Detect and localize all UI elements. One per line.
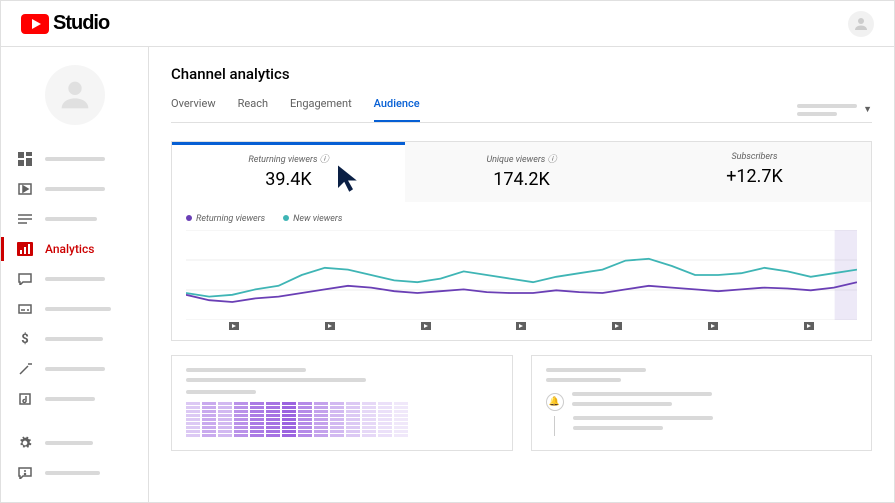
content-area: Channel analytics Overview Reach Engagem… xyxy=(149,47,894,502)
nav-label-placeholder xyxy=(45,307,111,311)
nav-label-placeholder xyxy=(45,397,95,401)
metrics-chart-card: Returning viewers ⓘ 39.4K Unique viewers… xyxy=(171,141,872,341)
nav-label-placeholder xyxy=(45,277,105,281)
video-marker-icon[interactable] xyxy=(804,322,814,330)
nav-label-placeholder xyxy=(45,337,103,341)
video-marker-icon[interactable] xyxy=(708,322,718,330)
comment-icon xyxy=(17,272,33,286)
nav-label-analytics: Analytics xyxy=(45,242,94,256)
tab-engagement[interactable]: Engagement xyxy=(290,97,352,122)
account-avatar-icon[interactable] xyxy=(848,11,874,37)
sidebar-item-comments[interactable] xyxy=(1,267,148,291)
analytics-icon xyxy=(17,242,33,256)
page-title: Channel analytics xyxy=(171,65,872,83)
video-marker-icon[interactable] xyxy=(325,322,335,330)
metric-subscribers[interactable]: Subscribers +12.7K xyxy=(638,142,871,202)
sidebar-item-analytics[interactable]: Analytics xyxy=(1,237,148,261)
sidebar-item-dashboard[interactable] xyxy=(1,147,148,171)
youtube-studio-logo[interactable]: Studio xyxy=(21,12,109,35)
play-square-icon xyxy=(17,182,33,196)
sidebar-item-feedback[interactable] xyxy=(1,461,149,485)
nav-label-placeholder xyxy=(45,367,105,371)
sidebar-item-audio[interactable] xyxy=(1,387,148,411)
metric-returning-viewers[interactable]: Returning viewers ⓘ 39.4K xyxy=(172,142,405,202)
video-markers-row xyxy=(172,320,871,340)
list-icon xyxy=(17,212,33,226)
gear-icon xyxy=(17,436,33,450)
info-icon: ⓘ xyxy=(548,155,557,165)
sidebar-item-subtitles[interactable] xyxy=(1,297,148,321)
dollar-icon: $ xyxy=(17,332,33,346)
app-header: Studio xyxy=(1,1,894,47)
bar-heatmap-chart xyxy=(186,402,498,437)
cursor-pointer-icon xyxy=(335,163,361,193)
tab-overview[interactable]: Overview xyxy=(171,97,216,122)
person-icon xyxy=(55,75,95,115)
sidebar-item-content[interactable] xyxy=(1,177,148,201)
nav-label-placeholder xyxy=(45,187,105,191)
line-chart[interactable] xyxy=(172,230,871,320)
card-top-content[interactable]: 🔔 xyxy=(531,355,873,451)
card-watch-time[interactable] xyxy=(171,355,513,451)
youtube-icon xyxy=(21,14,49,34)
tab-audience[interactable]: Audience xyxy=(374,97,420,122)
video-marker-icon[interactable] xyxy=(229,322,239,330)
subtitles-icon xyxy=(17,302,33,316)
logo-text: Studio xyxy=(53,12,109,35)
info-icon: ⓘ xyxy=(320,155,329,165)
video-marker-icon[interactable] xyxy=(421,322,431,330)
nav-label-placeholder xyxy=(45,157,105,161)
video-marker-icon[interactable] xyxy=(612,322,622,330)
bell-icon: 🔔 xyxy=(546,393,564,411)
metric-unique-viewers[interactable]: Unique viewers ⓘ 174.2K xyxy=(405,142,638,202)
video-marker-icon[interactable] xyxy=(516,322,526,330)
sidebar-item-customization[interactable] xyxy=(1,357,148,381)
sidebar-nav: Analytics $ xyxy=(1,47,149,502)
date-range-selector[interactable]: ▼ xyxy=(797,104,872,116)
sidebar-item-settings[interactable] xyxy=(1,431,149,455)
channel-avatar[interactable] xyxy=(45,65,105,125)
nav-label-placeholder xyxy=(45,471,100,475)
sidebar-item-monetization[interactable]: $ xyxy=(1,327,148,351)
music-note-icon xyxy=(17,392,33,406)
chevron-down-icon: ▼ xyxy=(863,104,872,115)
sidebar-item-playlists[interactable] xyxy=(1,207,148,231)
chart-legend: Returning viewers New viewers xyxy=(172,202,871,230)
feedback-icon xyxy=(17,466,33,480)
tabs-row: Overview Reach Engagement Audience ▼ xyxy=(171,97,872,123)
nav-label-placeholder xyxy=(45,441,93,445)
person-icon xyxy=(852,15,870,33)
tab-reach[interactable]: Reach xyxy=(238,97,268,122)
dashboard-icon xyxy=(17,152,33,166)
magic-wand-icon xyxy=(17,362,33,376)
nav-label-placeholder xyxy=(45,217,97,221)
